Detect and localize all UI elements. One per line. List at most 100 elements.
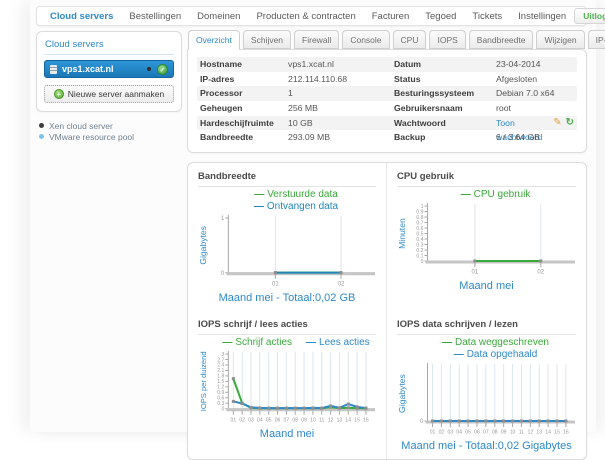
tab-schijven[interactable]: Schijven [243, 30, 291, 49]
server-type-legend-item: VMware resource pool [39, 131, 182, 142]
svg-text:02: 02 [338, 281, 345, 287]
svg-text:06: 06 [474, 430, 480, 436]
info-label: Hardeschijfruimte [200, 116, 288, 131]
svg-text:0.2: 0.2 [416, 248, 423, 254]
nav-item-tickets[interactable]: Tickets [464, 11, 510, 22]
legend-label: Data weggeschreven [455, 337, 549, 348]
new-server-button[interactable]: Nieuwe server aanmaken [44, 85, 174, 103]
server-name: vps1.xcat.nl [62, 64, 114, 74]
info-label: Gebruikersnaam [394, 101, 496, 116]
chart-title: CPU gebruik [397, 169, 576, 187]
svg-text:04: 04 [456, 430, 462, 436]
main-content: OverzichtSchijvenFirewallConsoleCPUIOPSB… [187, 30, 587, 460]
legend-label: VMware resource pool [49, 132, 134, 142]
logout-button[interactable]: Uitloggen [574, 8, 605, 24]
row-icons [553, 116, 574, 131]
chart-iops-data: IOPS data schrijven / lezen —Data weggesc… [387, 311, 586, 459]
chart-plot-cpu-gebruik: 00.10.20.30.40.50.60.70.80.910102Minuten [397, 201, 576, 280]
server-type-legend-item: Xen cloud server [39, 120, 182, 131]
table-row: Processor1BesturingssysteemDebian 7.0 x6… [197, 86, 577, 101]
nav-item-facturen[interactable]: Facturen [364, 11, 418, 22]
tab-bandbreedte[interactable]: Bandbreedte [469, 30, 534, 49]
nav-item-bestellingen[interactable]: Bestellingen [121, 11, 189, 22]
app-window: Cloud serversBestellingenDomeinenProduct… [30, 0, 596, 432]
nav-item-producten-contracten[interactable]: Producten & contracten [248, 11, 363, 22]
chart-title: IOPS data schrijven / lezen [397, 317, 576, 335]
chart-legend: —Verstuurde data—Ontvangen data [198, 189, 376, 213]
sidebar-title: Cloud servers [44, 37, 174, 55]
legend-label: CPU gebruik [474, 189, 531, 200]
chart-cpu-gebruik: CPU gebruik—CPU gebruik00.10.20.30.40.50… [387, 163, 586, 311]
info-label: Datum [394, 57, 496, 72]
tab-console[interactable]: Console [342, 30, 389, 49]
chart-xlabel: Maand mei - Totaal:0,02 GB [198, 292, 376, 304]
svg-text:0.7: 0.7 [416, 220, 423, 226]
info-value: vps1.xcat.nl [288, 57, 394, 72]
svg-text:0.8: 0.8 [416, 215, 423, 221]
chart-plot-bandbreedte: 010102Gigabytes [198, 213, 376, 292]
chart-plot-iops-acties: 00.30.60.91.21.51.82.12.42.7301020304050… [198, 349, 376, 428]
chart-legend: —Data weggeschreven—Data opgehaald [397, 337, 576, 361]
svg-text:0.6: 0.6 [416, 226, 423, 232]
svg-text:10: 10 [510, 430, 516, 436]
info-label: Backup [394, 130, 496, 145]
info-value: 6 / 3.64 GB [496, 130, 574, 145]
nav-item-instellingen[interactable]: Instellingen [510, 11, 574, 22]
nav-item-cloud-servers[interactable]: Cloud servers [42, 11, 121, 22]
chart-plot-iops-data: 001020304050607080910111213141516Gigabyt… [397, 361, 576, 440]
cloud-servers-panel: Cloud servers vps1.xcat.nl Nieuwe server… [36, 31, 182, 112]
svg-text:1.5: 1.5 [217, 379, 224, 385]
svg-text:08: 08 [492, 430, 498, 436]
tab-firewall[interactable]: Firewall [294, 30, 339, 49]
legend-line-icon: — [222, 337, 232, 348]
svg-text:12: 12 [328, 417, 334, 423]
table-row: Bandbreedte293.09 MBBackup6 / 3.64 GB [197, 130, 577, 145]
new-server-label: Nieuwe server aanmaken [68, 89, 164, 99]
svg-text:0.1: 0.1 [416, 253, 423, 259]
svg-text:0.9: 0.9 [217, 390, 224, 396]
refresh-icon[interactable] [566, 116, 574, 131]
svg-text:15: 15 [354, 417, 360, 423]
legend-label: Verstuurde data [267, 189, 338, 200]
legend-bullet-icon [39, 123, 44, 128]
info-label: IP-adres [200, 72, 288, 87]
info-label: Besturingssysteem [394, 86, 496, 101]
svg-text:2.4: 2.4 [217, 363, 224, 369]
sidebar-item-server[interactable]: vps1.xcat.nl [44, 60, 174, 78]
info-value: Toon wachtwoord [496, 116, 574, 131]
nav-item-domeinen[interactable]: Domeinen [189, 11, 248, 22]
tab-wijzigen[interactable]: Wijzigen [536, 30, 584, 49]
legend-line-icon: — [254, 189, 264, 200]
tab-ip-adressen[interactable]: IP-adressen [588, 30, 605, 49]
info-label: Bandbreedte [200, 130, 288, 145]
info-value: Debian 7.0 x64 [496, 86, 574, 101]
chart-title: IOPS schrijf / lees acties [198, 317, 376, 335]
table-row: Hardeschijfruimte10 GBWachtwoordToon wac… [197, 116, 577, 131]
svg-text:02: 02 [439, 430, 445, 436]
svg-text:12: 12 [528, 430, 534, 436]
legend-entry: —CPU gebruik [461, 189, 531, 201]
show-password-link[interactable]: Toon wachtwoord [496, 116, 553, 131]
legend-line-icon: — [461, 189, 471, 200]
svg-text:13: 13 [337, 417, 343, 423]
svg-text:15: 15 [554, 430, 560, 436]
nav-item-tegoed[interactable]: Tegoed [417, 11, 464, 22]
tab-overzicht[interactable]: Overzicht [188, 30, 240, 50]
info-label: Hostname [200, 57, 288, 72]
pencil-icon[interactable] [553, 116, 561, 131]
svg-text:0.3: 0.3 [217, 401, 224, 407]
svg-text:04: 04 [257, 417, 263, 423]
chart-xlabel: Maand mei [397, 280, 576, 292]
server-icon [50, 65, 57, 74]
tab-iops[interactable]: IOPS [429, 30, 465, 49]
legend-line-icon: — [454, 349, 464, 360]
legend-entry: —Verstuurde data [254, 189, 338, 201]
sidebar: Cloud servers vps1.xcat.nl Nieuwe server… [36, 31, 182, 142]
legend-label: Lees acties [319, 337, 370, 348]
tab-cpu[interactable]: CPU [393, 30, 427, 49]
svg-text:01: 01 [471, 269, 478, 276]
svg-text:13: 13 [536, 430, 542, 436]
charts-panel: Bandbreedte—Verstuurde data—Ontvangen da… [187, 162, 587, 460]
svg-text:05: 05 [465, 430, 471, 436]
svg-text:03: 03 [447, 430, 453, 436]
